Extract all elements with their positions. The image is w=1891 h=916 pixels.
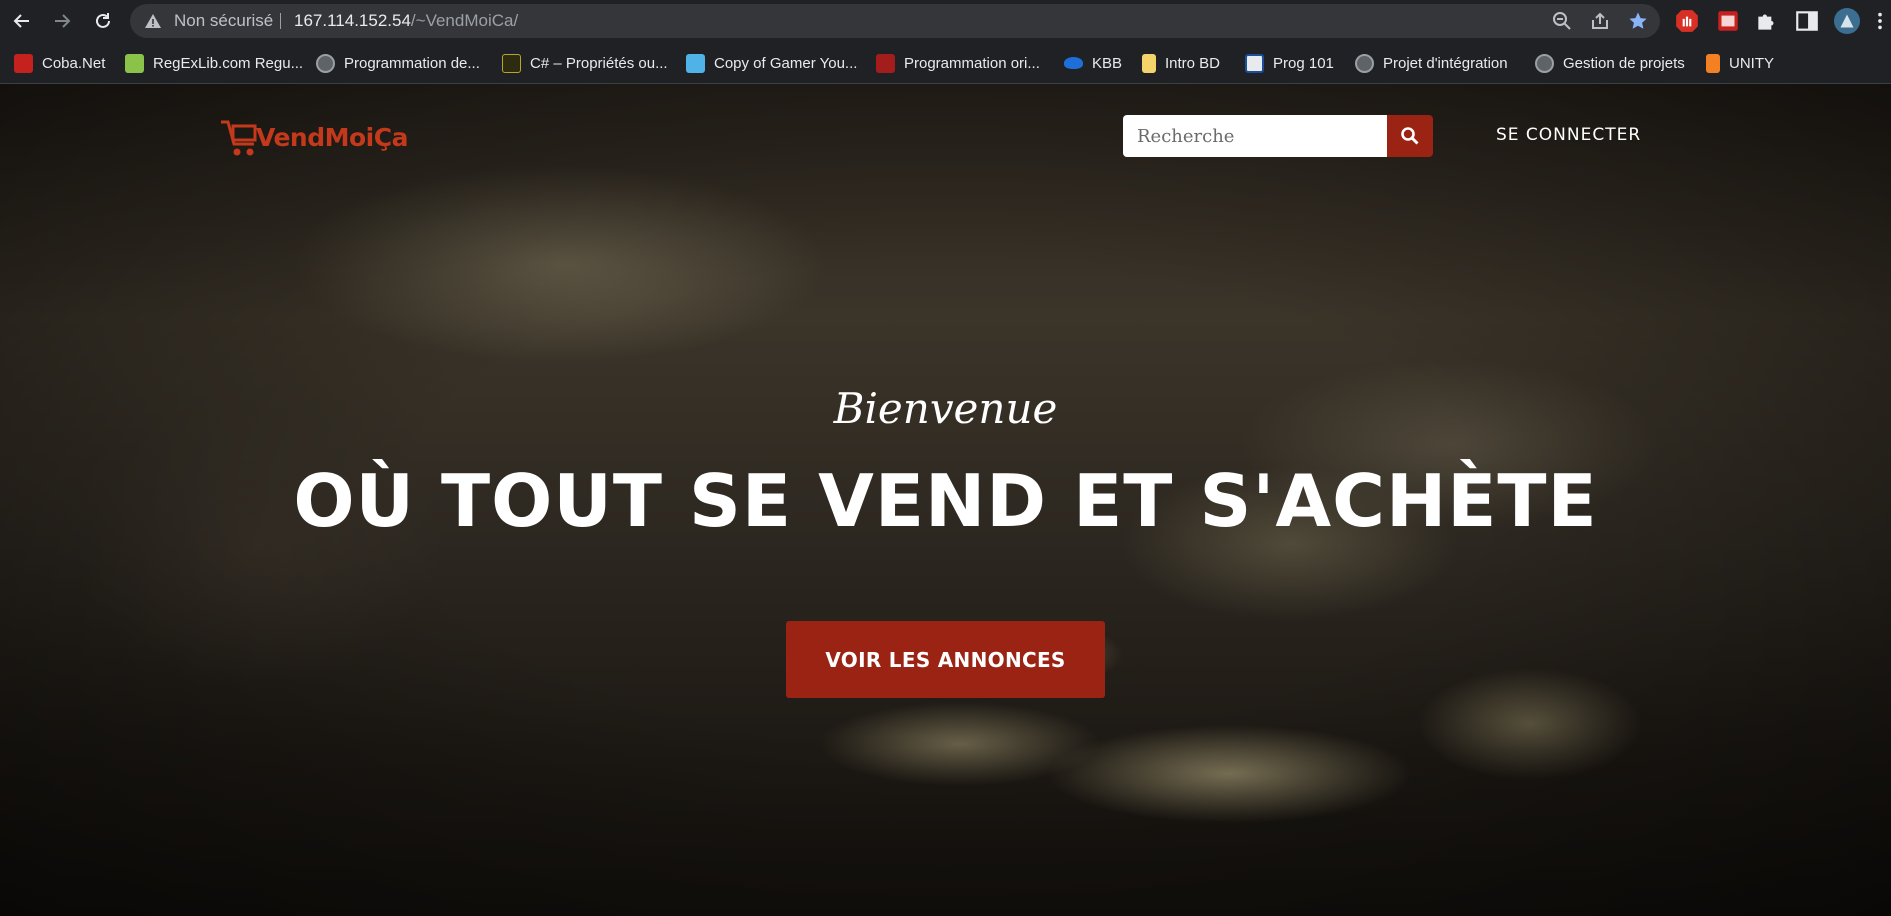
bookmark-label: KBB	[1092, 54, 1123, 72]
address-bar[interactable]: Non sécurisé 167.114.152.54/~VendMoiCa/	[130, 4, 1660, 38]
view-listings-button[interactable]: VOIR LES ANNONCES	[786, 621, 1105, 698]
side-panel-button[interactable]	[1794, 8, 1820, 34]
bookmark-item[interactable]: Intro BD	[1142, 51, 1220, 75]
bookmark-label: Prog 101	[1273, 54, 1334, 72]
menu-button[interactable]	[1874, 8, 1886, 34]
csharp-favicon	[502, 53, 521, 73]
globe-icon	[316, 53, 335, 73]
bookmark-label: Projet d'intégration	[1383, 54, 1508, 72]
site-logo[interactable]: VendMoiÇa	[218, 114, 408, 160]
forward-button[interactable]	[48, 7, 76, 35]
login-link[interactable]: SE CONNECTER	[1496, 125, 1641, 145]
logo-text: VendMoiÇa	[256, 122, 408, 152]
side-panel-icon	[1796, 11, 1818, 31]
bookmark-item[interactable]: RegExLib.com Regu...	[125, 51, 303, 75]
hero-title: OÙ TOUT SE VEND ET S'ACHÈTE	[293, 459, 1598, 543]
more-vert-icon	[1878, 12, 1882, 30]
puzzle-icon	[1758, 14, 1774, 30]
sheets-favicon	[686, 53, 705, 73]
pdf-extension-icon	[1718, 11, 1738, 31]
oop-favicon	[876, 53, 895, 73]
omnibox-divider	[280, 13, 281, 29]
bookmark-label: RegExLib.com Regu...	[153, 54, 304, 72]
folder-icon	[1142, 53, 1156, 73]
stop-hand-icon	[1676, 10, 1698, 32]
bookmark-star-button[interactable]	[1624, 7, 1652, 35]
extensions-button[interactable]	[1754, 8, 1780, 34]
hero-subtitle: Bienvenue	[833, 384, 1058, 433]
bookmark-item[interactable]: Coba.Net	[14, 51, 105, 75]
search-input[interactable]	[1123, 115, 1387, 157]
search-icon	[1401, 127, 1419, 145]
coba-favicon	[14, 53, 33, 73]
extension-pdf[interactable]	[1715, 8, 1741, 34]
bookmark-item[interactable]: Copy of Gamer You...	[686, 51, 857, 75]
bookmarks-bar: Coba.Net RegExLib.com Regu... Programmat…	[0, 42, 1891, 84]
hero-section: VendMoiÇa SE CONNECTER Bienvenue OÙ TOUT…	[0, 84, 1891, 916]
avatar-icon	[1834, 8, 1860, 34]
bookmark-item[interactable]: Programmation ori...	[876, 51, 1040, 75]
bookmark-item[interactable]: Prog 101	[1245, 51, 1334, 75]
star-icon	[1629, 12, 1647, 29]
share-button[interactable]	[1586, 7, 1614, 35]
url-text[interactable]: 167.114.152.54/~VendMoiCa/	[294, 4, 518, 38]
url-path: /~VendMoiCa/	[410, 11, 519, 30]
bookmark-label: Programmation ori...	[904, 54, 1040, 72]
omnibox-actions	[1548, 4, 1652, 38]
browser-toolbar: Non sécurisé 167.114.152.54/~VendMoiCa/	[0, 0, 1891, 42]
reload-button[interactable]	[89, 7, 117, 35]
bookmark-label: C# – Propriétés ou...	[530, 54, 668, 72]
bookmark-item[interactable]: Gestion de projets	[1535, 51, 1685, 75]
share-icon	[1592, 12, 1608, 29]
bookmark-label: Gestion de projets	[1563, 54, 1685, 72]
bookmark-label: Programmation de...	[344, 54, 480, 72]
url-host: 167.114.152.54	[294, 11, 411, 30]
globe-icon	[1535, 53, 1554, 73]
search-button[interactable]	[1387, 115, 1433, 157]
zoom-button[interactable]	[1548, 7, 1576, 35]
arrow-left-icon	[13, 14, 29, 28]
bookmark-item[interactable]: KBB	[1064, 51, 1122, 75]
bookmark-label: Coba.Net	[42, 54, 106, 72]
security-status[interactable]: Non sécurisé	[174, 4, 273, 38]
zoom-icon	[1553, 12, 1571, 30]
bookmark-item[interactable]: Programmation de...	[316, 51, 480, 75]
onedrive-icon	[1064, 57, 1083, 69]
warning-icon	[145, 14, 161, 28]
bookmark-label: UNITY	[1729, 54, 1774, 72]
profile-avatar[interactable]	[1834, 8, 1860, 34]
arrow-right-icon	[55, 14, 71, 28]
p-favicon	[1245, 53, 1264, 73]
globe-icon	[1355, 53, 1374, 73]
back-button[interactable]	[8, 7, 36, 35]
browser-chrome: Non sécurisé 167.114.152.54/~VendMoiCa/ …	[0, 0, 1891, 84]
reload-icon	[96, 13, 110, 28]
stackoverflow-icon	[1706, 53, 1720, 73]
regexlib-favicon	[125, 53, 144, 73]
bookmark-item[interactable]: UNITY	[1706, 51, 1774, 75]
bookmark-item[interactable]: Projet d'intégration	[1355, 51, 1508, 75]
extension-adblock[interactable]	[1674, 8, 1700, 34]
bookmark-label: Copy of Gamer You...	[714, 54, 858, 72]
search-form	[1123, 115, 1433, 157]
bookmark-item[interactable]: C# – Propriétés ou...	[502, 51, 668, 75]
bookmark-label: Intro BD	[1165, 54, 1221, 72]
